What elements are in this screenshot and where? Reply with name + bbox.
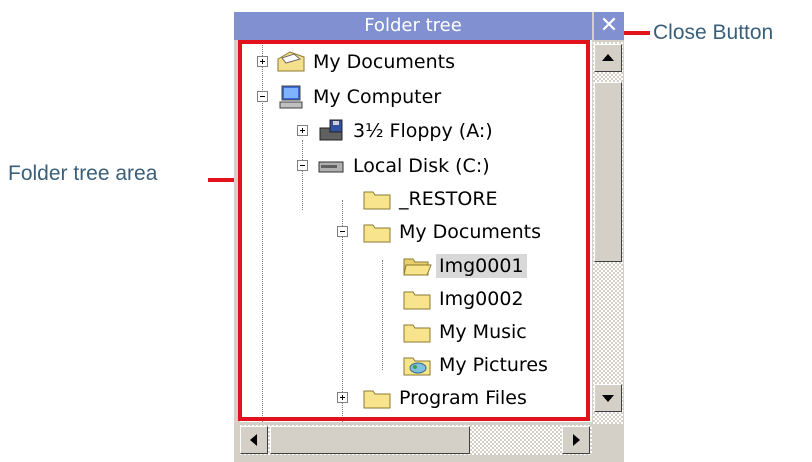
scroll-down-button[interactable] xyxy=(594,384,622,412)
folder-icon xyxy=(362,385,392,411)
scrollbar-corner xyxy=(593,425,623,455)
close-button-callout-line xyxy=(620,31,650,35)
close-button[interactable]: ✕ xyxy=(594,12,624,40)
folder-icon xyxy=(402,319,432,345)
collapse-toggle[interactable] xyxy=(337,226,348,237)
expand-toggle[interactable] xyxy=(337,392,348,403)
floppy-drive-icon xyxy=(316,118,346,144)
collapse-toggle[interactable] xyxy=(257,91,268,102)
tree-item-label: 3½ Floppy (A:) xyxy=(353,120,493,142)
tree-item-label: Program Files xyxy=(399,387,527,409)
tree-area-callout-label: Folder tree area xyxy=(8,162,158,185)
tree-item-restore[interactable]: _RESTORE xyxy=(334,183,501,215)
collapse-toggle[interactable] xyxy=(297,160,308,171)
arrow-left-icon xyxy=(250,434,257,446)
hard-drive-icon xyxy=(316,153,346,179)
folder-icon xyxy=(402,286,432,312)
horizontal-scrollbar[interactable] xyxy=(240,425,592,455)
tree-item-program-files[interactable]: Program Files xyxy=(334,382,530,414)
tree-item-label: My Pictures xyxy=(439,354,548,376)
tree-item-label: Local Disk (C:) xyxy=(353,155,490,177)
tree-item-my-pictures[interactable]: My Pictures xyxy=(374,349,551,381)
panel-title: Folder tree xyxy=(234,12,592,40)
arrow-right-icon xyxy=(573,434,580,446)
tree-item-my-documents[interactable]: My Documents xyxy=(254,46,458,78)
scroll-up-button[interactable] xyxy=(594,44,622,72)
my-documents-icon xyxy=(276,49,306,75)
computer-icon xyxy=(276,84,306,110)
tree-item-floppy[interactable]: 3½ Floppy (A:) xyxy=(294,115,496,147)
scroll-right-button[interactable] xyxy=(562,426,590,454)
folder-icon xyxy=(362,186,392,212)
folder-open-icon xyxy=(402,253,432,279)
arrow-down-icon xyxy=(602,395,614,402)
tree-item-local-disk[interactable]: Local Disk (C:) xyxy=(294,150,493,182)
scroll-left-button[interactable] xyxy=(240,426,268,454)
folder-icon xyxy=(362,219,392,245)
tree-item-img0001[interactable]: Img0001 xyxy=(374,250,527,282)
horizontal-scroll-thumb[interactable] xyxy=(270,426,470,454)
arrow-up-icon xyxy=(602,54,614,61)
tree-item-label: Img0002 xyxy=(439,288,524,310)
tree-item-img0002[interactable]: Img0002 xyxy=(374,283,527,315)
folder-tree: My Documents My Computer 3½ Floppy (A:) … xyxy=(240,40,592,422)
tree-item-my-documents-sub[interactable]: My Documents xyxy=(334,216,544,248)
vertical-scrollbar[interactable] xyxy=(593,42,623,424)
close-button-callout-label: Close Button xyxy=(653,21,774,44)
tree-item-label: My Documents xyxy=(399,221,542,243)
tree-item-label: My Computer xyxy=(313,86,442,108)
tree-item-my-computer[interactable]: My Computer xyxy=(254,81,444,113)
tree-item-my-music[interactable]: My Music xyxy=(374,316,530,348)
tree-item-label: My Documents xyxy=(313,51,456,73)
expand-toggle[interactable] xyxy=(257,56,268,67)
pictures-folder-icon xyxy=(402,352,432,378)
expand-toggle[interactable] xyxy=(297,125,308,136)
vertical-scroll-thumb[interactable] xyxy=(594,82,622,262)
tree-item-label: _RESTORE xyxy=(399,188,498,210)
tree-item-label: Img0001 xyxy=(436,254,527,278)
tree-item-label: My Music xyxy=(439,321,527,343)
